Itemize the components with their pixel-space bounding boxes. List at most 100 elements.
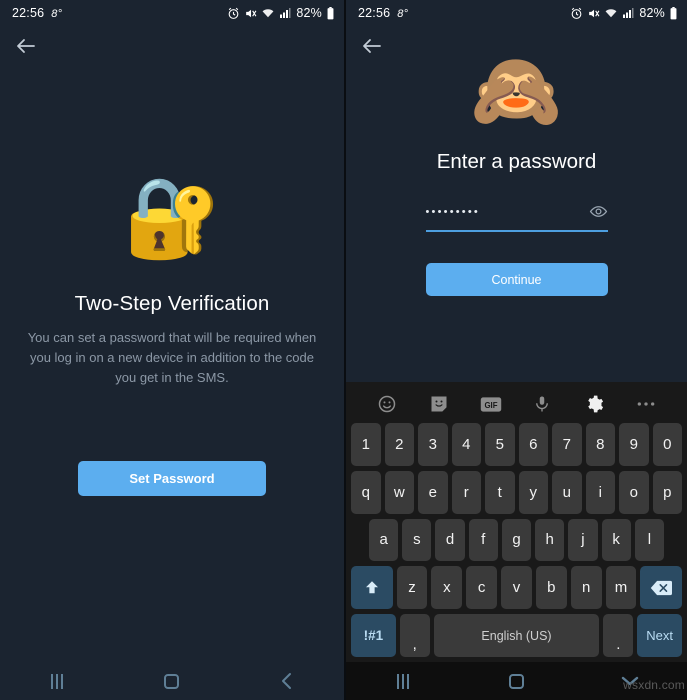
left-back-bar [0, 26, 344, 66]
recent-apps-icon[interactable] [42, 670, 72, 692]
microphone-icon[interactable] [531, 393, 553, 415]
key-0[interactable]: 0 [652, 423, 682, 466]
key-w[interactable]: w [384, 470, 414, 514]
left-content: 🔐 Two-Step Verification You can set a pa… [0, 66, 344, 660]
keyboard-row-numbers: 1 2 3 4 5 6 7 8 9 0 [349, 423, 684, 471]
back-icon[interactable] [272, 670, 302, 692]
set-password-button[interactable]: Set Password [78, 461, 266, 496]
key-j[interactable]: j [568, 518, 598, 562]
status-bar-left: 22:56 8° 82% [0, 0, 344, 26]
keyboard-row-action: !#1 , English (US) . Next [349, 614, 684, 662]
key-9[interactable]: 9 [619, 423, 649, 466]
key-n[interactable]: n [570, 566, 602, 610]
page-subtitle: You can set a password that will be requ… [27, 330, 317, 385]
password-value: ••••••••• [425, 205, 480, 218]
dismiss-keyboard-icon[interactable] [615, 670, 645, 692]
home-icon[interactable] [157, 670, 187, 692]
key-k[interactable]: k [601, 518, 631, 562]
left-phone-screen: 22:56 8° 82% 🔐 Two-Step Verification You… [0, 0, 344, 700]
key-i[interactable]: i [585, 470, 615, 514]
key-4[interactable]: 4 [451, 423, 481, 466]
status-time: 22:56 [358, 6, 391, 20]
sticker-icon[interactable] [428, 393, 450, 415]
signal-icon [622, 7, 634, 19]
key-a[interactable]: a [369, 518, 399, 562]
key-q[interactable]: q [351, 470, 381, 514]
key-e[interactable]: e [418, 470, 448, 514]
key-v[interactable]: v [501, 566, 532, 610]
key-g[interactable]: g [501, 518, 532, 562]
status-bar-right-group: 82% [227, 6, 335, 20]
wifi-icon [604, 7, 618, 20]
status-temperature: 8° [397, 8, 409, 20]
key-x[interactable]: x [431, 566, 463, 610]
emoji-icon[interactable] [376, 393, 398, 415]
key-l[interactable]: l [634, 518, 664, 562]
back-arrow-icon[interactable] [14, 34, 38, 58]
key-5[interactable]: 5 [485, 423, 515, 466]
settings-gear-icon[interactable] [583, 393, 605, 415]
battery-icon [669, 6, 678, 20]
mute-icon [244, 7, 257, 20]
nav-bar-right [346, 662, 687, 700]
key-h[interactable]: h [535, 518, 565, 562]
alarm-icon [570, 7, 583, 20]
home-icon[interactable] [501, 670, 531, 692]
next-key[interactable]: Next [637, 614, 683, 657]
overflow-menu-icon[interactable] [635, 393, 657, 415]
key-p[interactable]: p [652, 470, 682, 514]
lock-with-key-icon: 🔐 [123, 173, 221, 261]
key-r[interactable]: r [451, 470, 481, 514]
recent-apps-icon[interactable] [388, 670, 418, 692]
mute-icon [587, 7, 600, 20]
key-y[interactable]: y [518, 470, 548, 514]
key-7[interactable]: 7 [552, 423, 582, 466]
page-title: Two-Step Verification [74, 292, 270, 315]
screenshot-root: 22:56 8° 82% 🔐 Two-Step Verification You… [0, 0, 687, 700]
gif-icon[interactable]: GIF [480, 393, 502, 415]
battery-icon [326, 6, 335, 20]
see-no-evil-monkey-icon: 🙈 [470, 49, 563, 132]
shift-icon[interactable] [351, 566, 393, 610]
key-1[interactable]: 1 [351, 423, 381, 466]
space-key[interactable]: English (US) [433, 614, 600, 657]
battery-percent: 82% [296, 6, 322, 20]
key-c[interactable]: c [466, 566, 498, 610]
continue-button[interactable]: Continue [425, 263, 608, 296]
key-m[interactable]: m [605, 566, 637, 610]
key-s[interactable]: s [402, 518, 432, 562]
key-2[interactable]: 2 [384, 423, 414, 466]
key-comma[interactable]: , [399, 614, 430, 657]
key-o[interactable]: o [619, 470, 649, 514]
key-t[interactable]: t [485, 470, 515, 514]
password-input[interactable]: ••••••••• [425, 202, 608, 232]
key-6[interactable]: 6 [518, 423, 548, 466]
alarm-icon [227, 7, 240, 20]
key-u[interactable]: u [552, 470, 582, 514]
symbols-key[interactable]: !#1 [351, 614, 396, 657]
signal-icon [279, 7, 291, 19]
status-bar-right-icons: 82% [570, 6, 678, 20]
nav-bar-left [0, 662, 344, 700]
battery-percent: 82% [639, 6, 665, 20]
status-bar-right-left-group: 22:56 8° [358, 6, 408, 20]
key-period[interactable]: . [603, 614, 634, 657]
page-title: Enter a password [436, 150, 597, 173]
eye-icon[interactable] [589, 202, 608, 221]
keyboard-row-home: a s d f g h j k l [349, 518, 684, 567]
status-bar-right: 22:56 8° 82% [346, 0, 687, 26]
right-phone-screen: 22:56 8° 82% 🙈 Enter a password ••••••••… [344, 0, 687, 700]
key-d[interactable]: d [435, 518, 465, 562]
status-bar-left-group: 22:56 8° [12, 6, 62, 20]
key-f[interactable]: f [468, 518, 498, 562]
svg-text:GIF: GIF [484, 401, 497, 410]
key-8[interactable]: 8 [585, 423, 615, 466]
wifi-icon [261, 7, 275, 20]
backspace-icon[interactable] [640, 566, 683, 610]
key-3[interactable]: 3 [418, 423, 448, 466]
key-z[interactable]: z [396, 566, 428, 610]
right-content: 🙈 Enter a password ••••••••• Continue [346, 52, 687, 382]
status-temperature: 8° [51, 8, 63, 20]
key-b[interactable]: b [535, 566, 567, 610]
keyboard-row-top: q w e r t y u i o p [349, 470, 684, 519]
